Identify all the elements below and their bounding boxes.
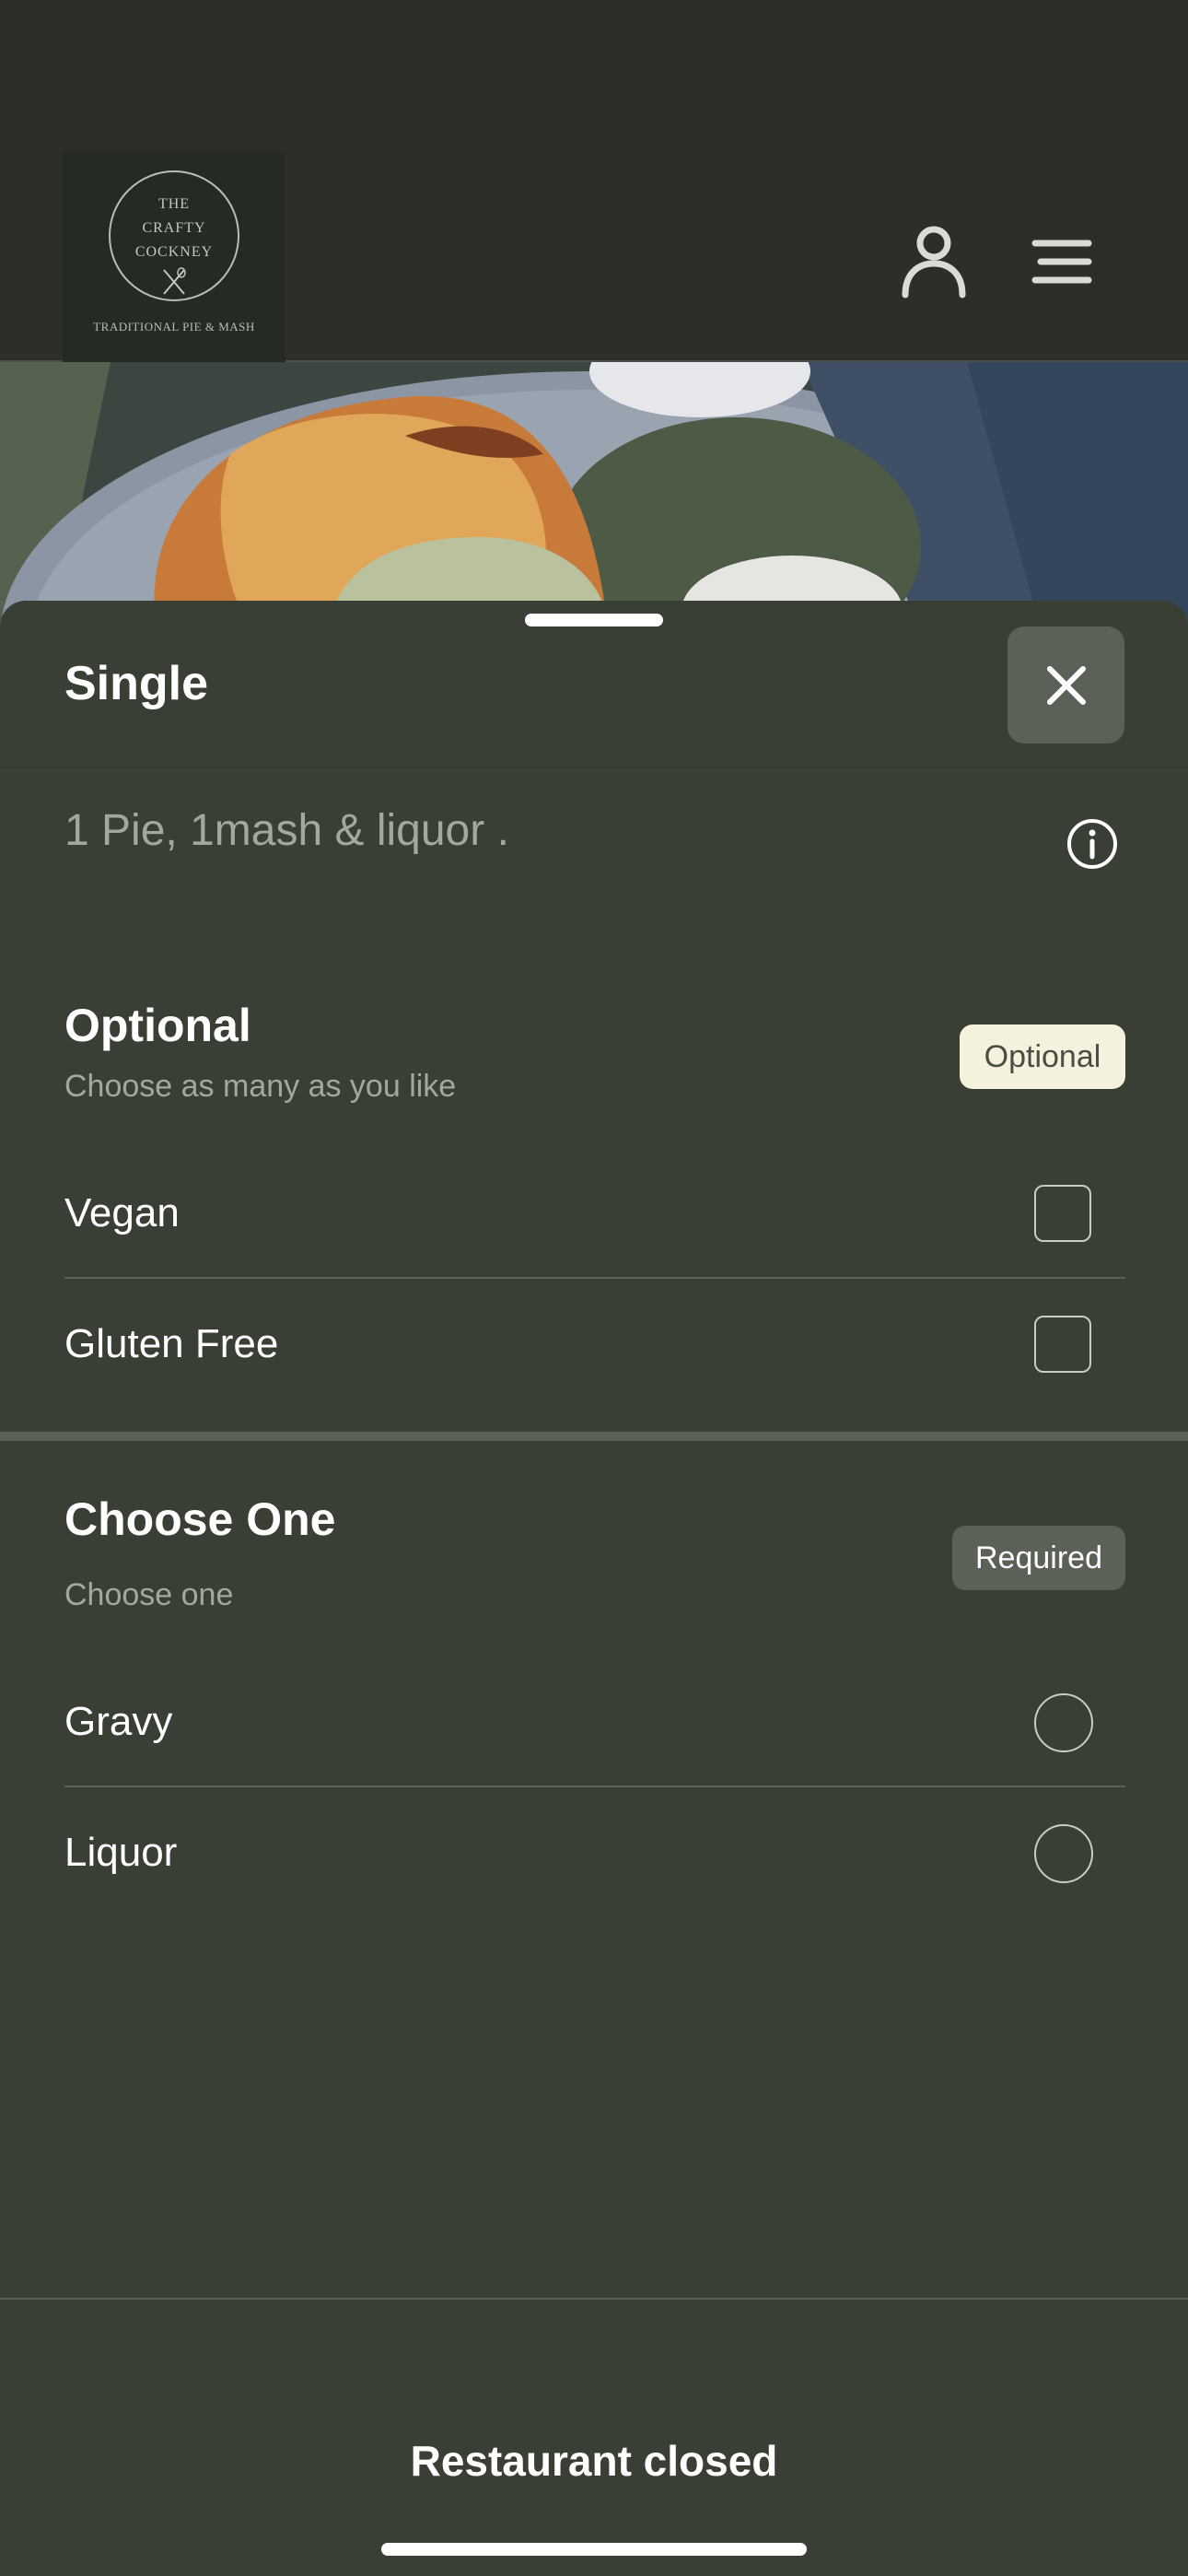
close-icon: [1046, 665, 1086, 705]
info-icon[interactable]: [1066, 818, 1118, 870]
gravy-radio[interactable]: [1034, 1693, 1093, 1752]
logo-line-2: CRAFTY: [142, 220, 206, 236]
close-button[interactable]: [1007, 626, 1124, 744]
vegan-checkbox[interactable]: [1034, 1185, 1091, 1242]
option-label: Gluten Free: [64, 1321, 279, 1366]
sheet-header: Single: [0, 601, 1188, 768]
liquor-radio[interactable]: [1034, 1824, 1093, 1883]
restaurant-logo[interactable]: THE CRAFTY COCKNEY TRADITIONAL PIE & MAS…: [63, 152, 285, 373]
option-row-liquor[interactable]: Liquor: [64, 1789, 1125, 1918]
optional-badge: Optional: [960, 1025, 1125, 1089]
page: THE CRAFTY COCKNEY TRADITIONAL PIE & MAS…: [0, 0, 1188, 2576]
required-badge: Required: [952, 1526, 1125, 1590]
footer-bar: Restaurant closed: [0, 2298, 1188, 2576]
gluten-free-checkbox[interactable]: [1034, 1316, 1091, 1373]
restaurant-status: Restaurant closed: [410, 2437, 778, 2485]
option-row-vegan[interactable]: Vegan: [64, 1150, 1125, 1279]
optional-group-title: Optional: [64, 1000, 251, 1051]
item-options-sheet: Single 1 Pie, 1mash & liquor . Optional …: [0, 601, 1188, 2576]
hero-food-image: [0, 362, 1188, 629]
option-row-gluten-free[interactable]: Gluten Free: [64, 1281, 1125, 1410]
optional-group-subtitle: Choose as many as you like: [64, 1069, 457, 1104]
choose-group-title: Choose One: [64, 1493, 336, 1545]
option-label: Vegan: [64, 1190, 180, 1235]
section-divider: [0, 1432, 1188, 1441]
menu-icon[interactable]: [1031, 238, 1092, 286]
item-title: Single: [64, 657, 209, 710]
logo-line-1: THE: [157, 196, 191, 212]
choose-group-subtitle: Choose one: [64, 1577, 234, 1612]
home-indicator[interactable]: [381, 2543, 807, 2556]
logo-tagline: TRADITIONAL PIE & MASH: [93, 320, 255, 334]
top-header: THE CRAFTY COCKNEY TRADITIONAL PIE & MAS…: [0, 0, 1188, 373]
logo-line-3: COCKNEY: [134, 244, 214, 260]
item-description: 1 Pie, 1mash & liquor .: [64, 806, 509, 855]
utensils-icon: [163, 267, 186, 295]
option-row-gravy[interactable]: Gravy: [64, 1658, 1125, 1787]
pie-and-mash-illustration: [0, 362, 1188, 629]
option-label: Gravy: [64, 1699, 173, 1744]
logo-emblem: THE CRAFTY COCKNEY: [109, 170, 239, 301]
user-icon[interactable]: [901, 225, 967, 299]
option-label: Liquor: [64, 1830, 178, 1875]
